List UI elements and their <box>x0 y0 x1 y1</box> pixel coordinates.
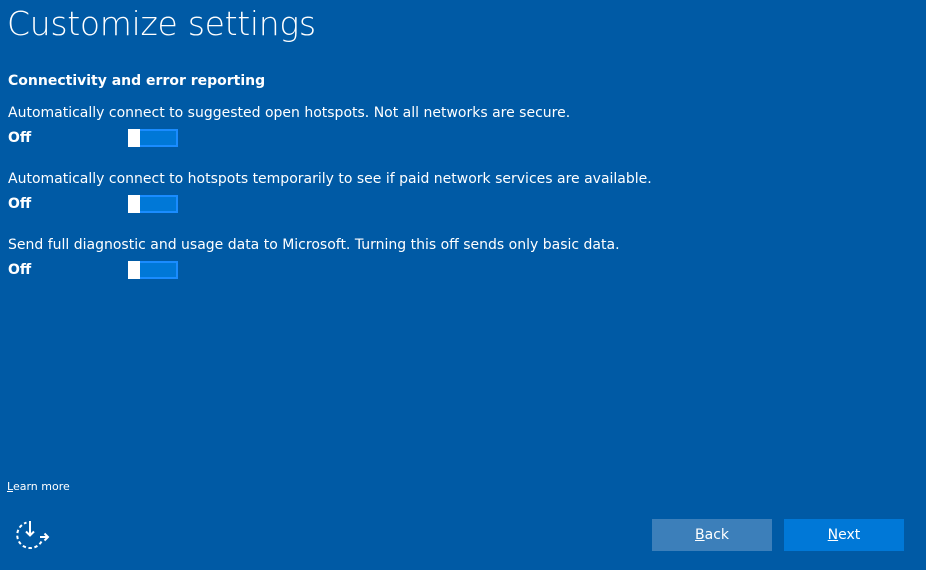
next-accesskey: N <box>827 527 839 543</box>
section-heading: Connectivity and error reporting <box>8 73 266 89</box>
setting-state-diagnostic-data: Off <box>8 262 32 278</box>
page-title: Customize settings <box>7 4 316 43</box>
next-button[interactable]: Next <box>784 519 904 551</box>
setting-state-paid-hotspots: Off <box>8 196 32 212</box>
back-accesskey: B <box>695 527 705 543</box>
back-label: ack <box>704 527 729 543</box>
learn-more-link[interactable]: Learn more <box>7 480 70 493</box>
toggle-paid-hotspots[interactable] <box>128 195 178 213</box>
back-button[interactable]: Back <box>652 519 772 551</box>
toggle-thumb <box>128 261 140 279</box>
toggle-thumb <box>128 129 140 147</box>
setting-state-open-hotspots: Off <box>8 130 32 146</box>
toggle-open-hotspots[interactable] <box>128 129 178 147</box>
toggle-diagnostic-data[interactable] <box>128 261 178 279</box>
ease-of-access-icon[interactable] <box>14 519 50 551</box>
toggle-thumb <box>128 195 140 213</box>
learn-more-label: earn more <box>12 480 70 493</box>
setting-description-diagnostic-data: Send full diagnostic and usage data to M… <box>8 237 620 253</box>
setting-description-paid-hotspots: Automatically connect to hotspots tempor… <box>8 171 652 187</box>
next-label: ext <box>838 527 861 543</box>
setting-description-open-hotspots: Automatically connect to suggested open … <box>8 105 571 121</box>
